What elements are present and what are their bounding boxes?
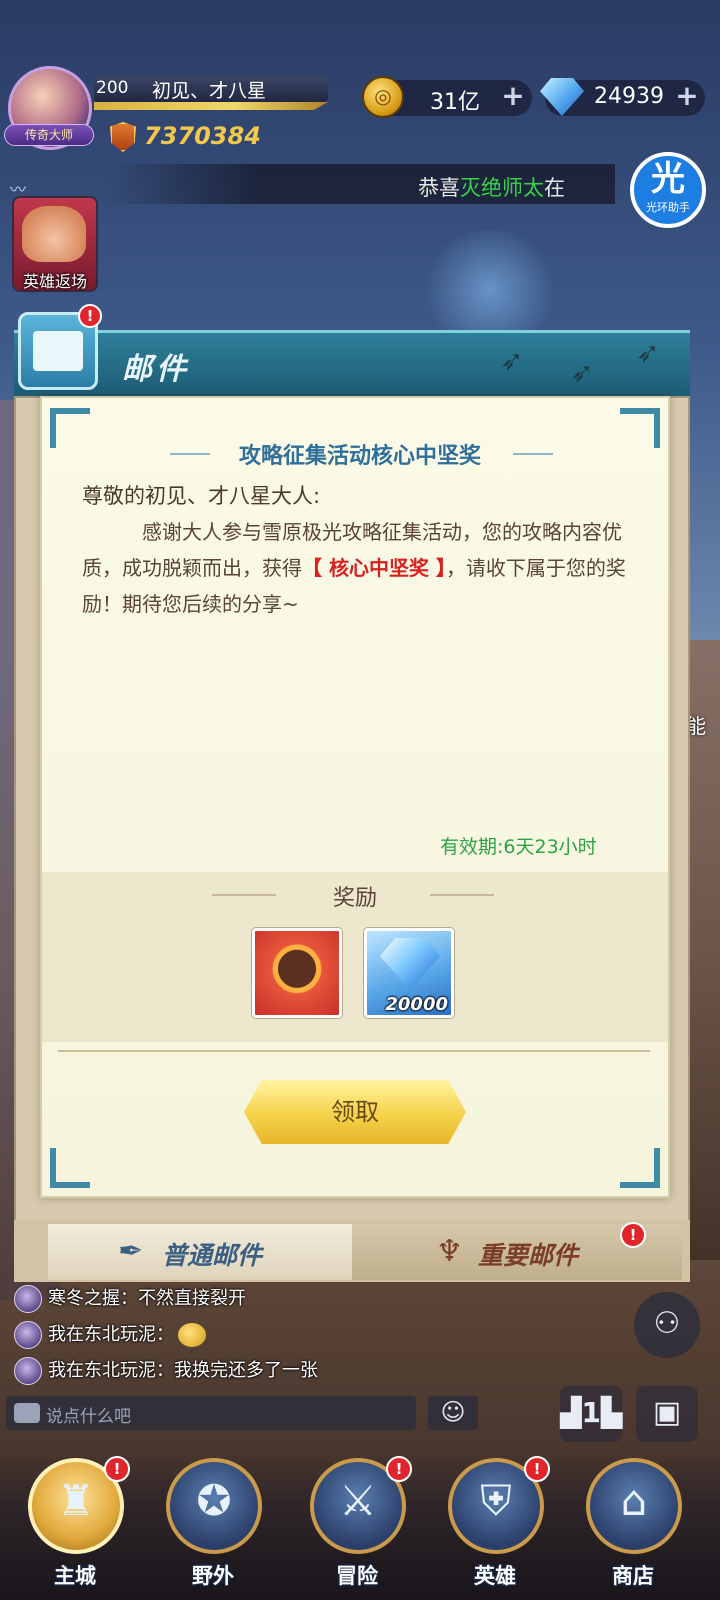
shop-icon: ⌂ (620, 1476, 648, 1525)
nav-label: 英雄 (474, 1564, 516, 1588)
reward-item-avatar-frame[interactable] (252, 928, 342, 1018)
reward-divider (212, 894, 276, 896)
portal-icon: ✪ (196, 1476, 232, 1525)
chat-message[interactable]: 我在东北玩泥：我换完还多了一张 (14, 1356, 318, 1390)
hero-return-label: 英雄返场 (22, 272, 87, 291)
reward-divider (430, 894, 494, 896)
nav-badge: ! (386, 1456, 412, 1482)
broadcast-player: 灭绝师太 (460, 176, 544, 200)
broadcast-suffix: 在 (544, 176, 565, 200)
gold-amount: 31亿 (430, 90, 480, 115)
nav-shop[interactable]: ⌂ 商店 (578, 1456, 688, 1596)
add-gold-button[interactable]: + (500, 82, 526, 110)
castle-icon: ♜ (57, 1476, 95, 1525)
player-level: 200 (96, 78, 129, 98)
corner-ornament (620, 1148, 660, 1188)
exp-bar (94, 102, 328, 110)
friends-button[interactable]: ⚇ (634, 1292, 700, 1358)
nav-badge: ! (524, 1456, 550, 1482)
nav-wild[interactable]: ✪ 野外 (158, 1456, 268, 1596)
tab-important-label: 重要邮件 (478, 1241, 579, 1270)
chat-text: 我在东北玩泥： (48, 1324, 174, 1345)
nav-main-city[interactable]: ♜ 主城 ! (20, 1456, 130, 1596)
player-name: 初见、才八星 (152, 80, 267, 102)
mail-body: 感谢大人参与雪原极光攻略征集活动，您的攻略内容优质，成功脱颖而出，获得【 核心中… (82, 514, 642, 622)
chat-input-placeholder: 说点什么吧 (46, 1407, 131, 1427)
claim-button[interactable]: 领取 (244, 1080, 466, 1144)
broadcast-prefix: 恭喜 (418, 176, 460, 200)
tab-important-badge: ! (620, 1222, 646, 1248)
chat-text: 我在东北玩泥：我换完还多了一张 (48, 1360, 318, 1381)
nav-adventure[interactable]: ⚔ 冒险 ! (302, 1456, 412, 1596)
bird-decoration-icon: ➶ (500, 344, 524, 377)
mail-window-title: 邮件 (122, 352, 190, 387)
chat-text: 寒冬之握：不然直接裂开 (48, 1288, 246, 1309)
gem-amount: 24939 (594, 84, 664, 109)
sticker-icon (178, 1323, 206, 1347)
bird-decoration-icon: ➶ (570, 356, 594, 389)
mail-salutation: 尊敬的初见、才八星大人: (82, 484, 321, 508)
mail-validity: 有效期:6天23小时 (440, 836, 597, 858)
reward-item-count: 20000 (385, 994, 448, 1015)
bird-decoration-icon: ➶ (636, 336, 660, 369)
assistant-button[interactable]: 光 光环助手 (630, 152, 706, 228)
chat-avatar (14, 1285, 42, 1313)
nav-label: 主城 (54, 1564, 96, 1588)
hero-portrait-icon (22, 206, 86, 262)
assistant-icon: 光 (651, 159, 685, 199)
helmet-icon: ⛨ (480, 1476, 512, 1525)
nav-label: 野外 (192, 1564, 234, 1588)
combat-power-icon (110, 122, 136, 152)
sword-icon: ⚔ (339, 1476, 377, 1525)
balloon-icon: ♆ (436, 1234, 463, 1269)
avatar-title-badge: 传奇大师 (4, 124, 94, 146)
nav-label: 冒险 (336, 1564, 378, 1588)
combat-power: 7370384 (144, 122, 261, 150)
mail-subject: 攻略征集活动核心中坚奖 (238, 444, 481, 469)
nav-heroes[interactable]: ⛨ 英雄 ! (440, 1456, 550, 1596)
chat-avatar (14, 1321, 42, 1349)
backpack-button[interactable]: ▣ (636, 1386, 698, 1442)
assistant-label: 光环助手 (646, 201, 690, 214)
nav-badge: ! (104, 1456, 130, 1482)
divider (58, 1050, 650, 1052)
nav-label: 商店 (612, 1564, 654, 1588)
tab-normal-label: 普通邮件 (162, 1241, 263, 1270)
broadcast-icon: 〰 (10, 180, 27, 199)
chat-avatar (14, 1357, 42, 1385)
gold-coin-icon: ◎ (362, 76, 404, 118)
mail-notification-badge: ! (78, 304, 102, 328)
chat-message[interactable]: 我在东北玩泥： (14, 1320, 206, 1354)
ranking-button[interactable]: ▟1▙ (560, 1386, 623, 1442)
add-gem-button[interactable]: + (674, 82, 700, 110)
quill-icon: ✒ (118, 1234, 144, 1269)
emoji-button[interactable]: ☺ (428, 1396, 478, 1430)
mail-body-award: 【 核心中坚奖 】 (302, 556, 446, 580)
broadcast-message: 恭喜灭绝师太在 (418, 172, 565, 202)
chat-message[interactable]: 寒冬之握：不然直接裂开 (14, 1284, 246, 1318)
corner-ornament (50, 1148, 90, 1188)
chat-bubble-icon (14, 1403, 40, 1423)
reward-title: 奖励 (332, 886, 377, 911)
